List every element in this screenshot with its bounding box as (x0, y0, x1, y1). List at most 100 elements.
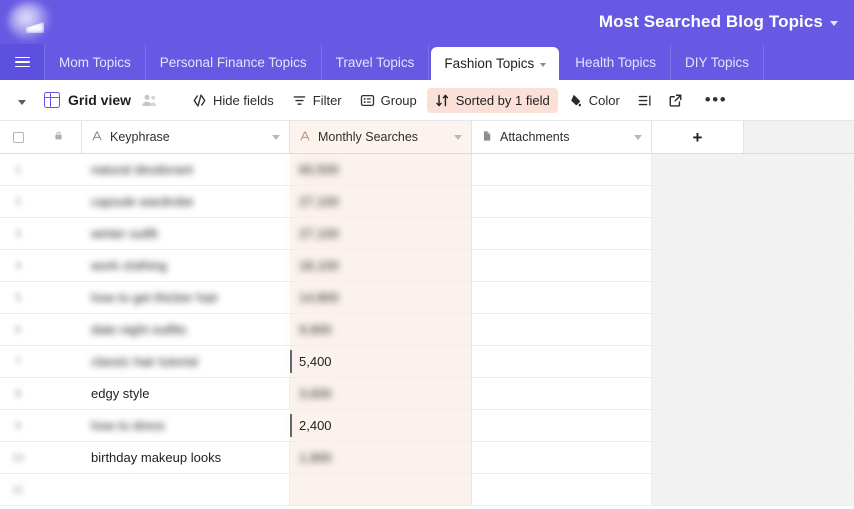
column-header-keyphrase[interactable]: Keyphrase (82, 121, 290, 153)
cell-keyphrase[interactable]: date night outfits (82, 314, 290, 345)
cell-monthly-searches[interactable]: 14,800 (290, 282, 472, 313)
attachment-field-icon (481, 130, 493, 145)
cell-attachments[interactable] (472, 474, 652, 505)
cell-monthly-searches[interactable]: 27,100 (290, 218, 472, 249)
table-row[interactable]: 1 natural deodorant 60,500 (0, 154, 854, 186)
cell-monthly-searches[interactable]: 9,900 (290, 314, 472, 345)
filter-icon (292, 93, 307, 108)
tab-travel-topics[interactable]: Travel Topics (321, 44, 430, 80)
cell-monthly-searches[interactable] (290, 474, 472, 505)
table-row[interactable]: 10 birthday makeup looks 1,900 (0, 442, 854, 474)
airtable-logo-icon[interactable] (0, 0, 60, 44)
cell-monthly-searches[interactable]: 1,900 (290, 442, 472, 473)
table-row[interactable]: 6 date night outfits 9,900 (0, 314, 854, 346)
sort-icon (435, 93, 450, 108)
table-row[interactable]: 3 winter outfit 27,100 (0, 218, 854, 250)
cell-monthly-searches[interactable]: 5,400 (290, 346, 472, 377)
table-row[interactable]: 7 classic hair tutorial 5,400 (0, 346, 854, 378)
sort-button[interactable]: Sorted by 1 field (426, 87, 558, 113)
hide-fields-label: Hide fields (213, 92, 274, 108)
cell-attachments[interactable] (472, 250, 652, 281)
color-button[interactable]: Color (560, 88, 628, 113)
table-row[interactable]: 9 how to dress 2,400 (0, 410, 854, 442)
table-row[interactable]: 2 capsule wardrobe 27,100 (0, 186, 854, 218)
row-number: 8 (14, 387, 22, 400)
share-view-button[interactable] (661, 88, 690, 113)
cell-value: 27,100 (299, 194, 339, 209)
cell-keyphrase[interactable]: natural deodorant (82, 154, 290, 185)
cell-monthly-searches[interactable]: 3,600 (290, 378, 472, 409)
checkbox-icon[interactable] (12, 131, 24, 143)
logo-glow (8, 2, 52, 42)
cell-attachments[interactable] (472, 410, 652, 441)
row-lock-cell (36, 186, 82, 217)
select-all-cell[interactable] (0, 121, 36, 153)
cell-attachments[interactable] (472, 346, 652, 377)
row-lock-cell (36, 442, 82, 473)
cell-keyphrase[interactable]: classic hair tutorial (82, 346, 290, 377)
row-number: 4 (14, 259, 22, 272)
cell-keyphrase[interactable]: edgy style (82, 378, 290, 409)
tab-mom-topics[interactable]: Mom Topics (44, 44, 146, 80)
grid-header-row: Keyphrase Monthly Searches Attachments + (0, 121, 854, 154)
hamburger-menu-icon[interactable] (0, 44, 44, 80)
chevron-down-icon[interactable] (454, 134, 462, 140)
tab-diy-topics[interactable]: DIY Topics (671, 44, 765, 80)
table-row[interactable]: 11 (0, 474, 854, 506)
row-number: 7 (14, 355, 22, 368)
grid-view-icon (44, 92, 60, 108)
cell-value: 18,100 (299, 258, 339, 273)
people-icon[interactable] (141, 93, 158, 108)
row-number: 11 (12, 483, 24, 496)
hide-fields-button[interactable]: Hide fields (184, 88, 282, 113)
chevron-down-icon[interactable] (272, 134, 280, 140)
cell-keyphrase[interactable]: work clothing (82, 250, 290, 281)
table-row[interactable]: 5 how to get thicker hair 14,800 (0, 282, 854, 314)
cell-monthly-searches[interactable]: 2,400 (290, 410, 472, 441)
color-palette-icon (568, 93, 583, 108)
cell-attachments[interactable] (472, 154, 652, 185)
chevron-down-icon[interactable] (540, 62, 547, 67)
cell-monthly-searches[interactable]: 18,100 (290, 250, 472, 281)
cell-value: 14,800 (299, 290, 339, 305)
view-sidebar-toggle-icon[interactable] (18, 99, 26, 105)
cell-keyphrase[interactable]: winter outfit (82, 218, 290, 249)
cell-attachments[interactable] (472, 378, 652, 409)
row-gutter (652, 250, 854, 281)
column-header-monthly-searches[interactable]: Monthly Searches (290, 121, 472, 153)
cell-monthly-searches[interactable]: 27,100 (290, 186, 472, 217)
tab-fashion-topics[interactable]: Fashion Topics (431, 47, 560, 80)
cell-attachments[interactable] (472, 442, 652, 473)
cell-keyphrase[interactable]: capsule wardrobe (82, 186, 290, 217)
base-title[interactable]: Most Searched Blog Topics (599, 12, 854, 32)
tab-label: DIY Topics (685, 54, 750, 70)
chevron-down-icon[interactable] (634, 134, 642, 140)
row-gutter (652, 218, 854, 249)
grid-view-button[interactable]: Grid view (38, 88, 137, 112)
cell-keyphrase[interactable] (82, 474, 290, 505)
column-header-attachments[interactable]: Attachments (472, 121, 652, 153)
tab-health-topics[interactable]: Health Topics (561, 44, 672, 80)
row-height-button[interactable] (630, 88, 659, 113)
cell-attachments[interactable] (472, 282, 652, 313)
cell-attachments[interactable] (472, 186, 652, 217)
chevron-down-icon[interactable] (830, 21, 838, 26)
cell-monthly-searches[interactable]: 60,500 (290, 154, 472, 185)
tab-personal-finance-topics[interactable]: Personal Finance Topics (145, 44, 322, 80)
cell-attachments[interactable] (472, 218, 652, 249)
row-gutter (652, 346, 854, 377)
cell-keyphrase[interactable]: how to get thicker hair (82, 282, 290, 313)
table-row[interactable]: 8 edgy style 3,600 (0, 378, 854, 410)
cell-attachments[interactable] (472, 314, 652, 345)
table-row[interactable]: 4 work clothing 18,100 (0, 250, 854, 282)
cell-keyphrase[interactable]: how to dress (82, 410, 290, 441)
hide-fields-icon (192, 93, 207, 108)
row-lock-cell (36, 250, 82, 281)
cell-keyphrase[interactable]: birthday makeup looks (82, 442, 290, 473)
more-options-button[interactable]: ••• (692, 91, 740, 109)
add-field-button[interactable]: + (652, 121, 744, 153)
filter-button[interactable]: Filter (284, 88, 350, 113)
text-field-icon (299, 130, 311, 145)
row-lock-cell (36, 154, 82, 185)
group-button[interactable]: Group (352, 88, 425, 113)
